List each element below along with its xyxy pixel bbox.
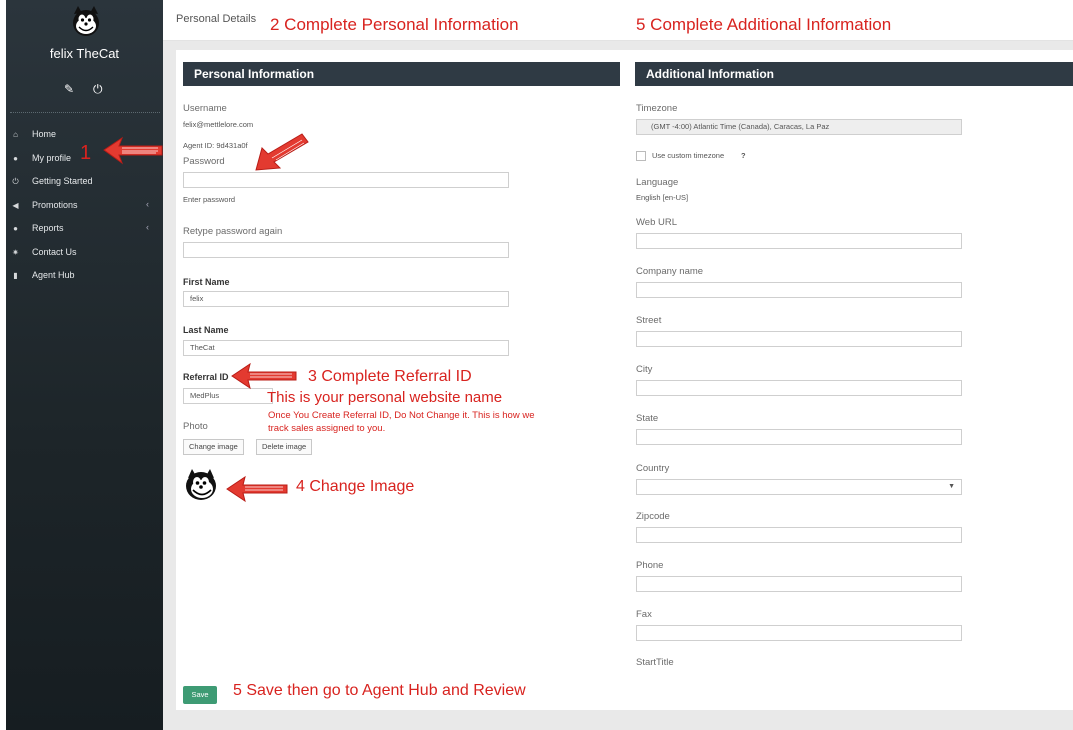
personal-info-header: Personal Information <box>183 62 620 86</box>
book-icon: ▮ <box>13 271 18 280</box>
annotation-3-website: This is your personal website name <box>267 389 503 406</box>
pencil-icon[interactable]: ✎ <box>64 82 74 96</box>
annotation-2: 2 Complete Personal Information <box>270 15 519 34</box>
sidebar: felix TheCat ✎ ⏻ ⌂ Home ● My profile ⏻ G… <box>6 0 163 730</box>
gear-icon: ✷ <box>12 247 19 257</box>
web-url-label: Web URL <box>636 217 678 228</box>
annotation-arrow-photo <box>226 475 288 503</box>
sidebar-item-label: Reports <box>32 223 64 233</box>
city-input[interactable] <box>636 380 962 396</box>
country-select[interactable]: ▼ <box>636 479 962 495</box>
retype-password-input[interactable] <box>183 242 509 258</box>
zipcode-input[interactable] <box>636 527 962 543</box>
annotation-5-save: 5 Save then go to Agent Hub and Review <box>233 682 526 699</box>
fax-label: Fax <box>636 609 652 620</box>
fax-input[interactable] <box>636 625 962 641</box>
sidebar-item-reports[interactable]: ● Reports ‹ <box>6 218 163 242</box>
annotation-1: 1 <box>80 142 92 164</box>
referral-id-label: Referral ID <box>183 372 229 382</box>
street-input[interactable] <box>636 331 962 347</box>
sidebar-item-label: Home <box>32 129 57 139</box>
bullhorn-icon: ◀ <box>12 200 19 210</box>
phone-label: Phone <box>636 560 664 571</box>
sidebar-item-getting-started[interactable]: ⏻ Getting Started <box>6 171 163 195</box>
profile-photo <box>186 469 216 500</box>
power-icon[interactable]: ⏻ <box>93 82 103 97</box>
timezone-label: Timezone <box>636 103 678 114</box>
username-label: Username <box>183 103 227 114</box>
state-label: State <box>636 413 659 424</box>
password-help: Enter password <box>183 195 236 204</box>
first-name-label: First Name <box>183 277 230 287</box>
retype-password-label: Retype password again <box>183 226 283 237</box>
chevron-left-icon: ‹ <box>146 222 149 232</box>
annotation-3-note-2: track sales assigned to you. <box>268 423 386 434</box>
sidebar-item-contact-us[interactable]: ✷ Contact Us <box>6 242 163 266</box>
home-icon: ⌂ <box>13 130 18 139</box>
sidebar-item-agent-hub[interactable]: ▮ Agent Hub <box>6 265 163 289</box>
annotation-arrow-referral <box>231 362 297 390</box>
sidebar-item-label: Contact Us <box>32 246 77 257</box>
user-icon: ● <box>13 153 18 163</box>
photo-label: Photo <box>183 421 208 432</box>
delete-image-button[interactable]: Delete image <box>256 439 313 455</box>
additional-info-header: Additional Information <box>635 62 1073 86</box>
annotation-3-note-1: Once You Create Referral ID, Do Not Chan… <box>268 410 535 421</box>
sidebar-item-label: Promotions <box>32 199 78 210</box>
annotation-4: 4 Change Image <box>296 478 415 495</box>
user-name: felix TheCat <box>49 46 120 61</box>
breadcrumb: Personal Details <box>176 13 257 25</box>
phone-input[interactable] <box>636 576 962 592</box>
sidebar-item-label: Getting Started <box>32 176 93 186</box>
custom-timezone-checkbox[interactable] <box>636 151 646 161</box>
city-label: City <box>636 364 653 375</box>
first-name-input[interactable]: felix <box>183 291 509 307</box>
timezone-select[interactable]: (GMT -4:00) Atlantic Time (Canada), Cara… <box>636 119 962 135</box>
annotation-3: 3 Complete Referral ID <box>308 368 472 385</box>
custom-timezone-label: Use custom timezone <box>652 151 725 160</box>
language-value: English [en-US] <box>636 193 689 202</box>
zipcode-label: Zipcode <box>636 511 670 522</box>
web-url-input[interactable] <box>636 233 962 249</box>
save-button[interactable]: Save <box>183 686 217 704</box>
street-label: Street <box>636 315 662 326</box>
chevron-left-icon: ‹ <box>146 198 149 209</box>
last-name-input[interactable]: TheCat <box>183 340 509 356</box>
start-title-label: StartTitle <box>636 657 674 668</box>
username-value: felix@mettlelore.com <box>183 120 254 129</box>
annotation-arrow-profile <box>103 136 163 165</box>
help-icon[interactable]: ? <box>741 151 746 160</box>
password-label: Password <box>183 156 225 167</box>
last-name-label: Last Name <box>183 325 229 335</box>
sidebar-item-promotions[interactable]: ◀ Promotions ‹ <box>6 195 163 219</box>
annotation-5-additional: 5 Complete Additional Information <box>636 15 892 34</box>
password-input[interactable] <box>183 172 509 188</box>
cat-avatar-icon[interactable] <box>68 4 104 40</box>
language-label: Language <box>636 177 679 188</box>
change-image-button[interactable]: Change image <box>183 439 244 455</box>
company-name-input[interactable] <box>636 282 962 298</box>
sidebar-item-label: Agent Hub <box>32 270 75 280</box>
sidebar-item-label: My profile <box>32 152 72 163</box>
agent-id: Agent ID: 9d431a0f <box>183 141 248 150</box>
country-label: Country <box>636 463 670 474</box>
pie-icon: ● <box>13 224 18 233</box>
company-name-label: Company name <box>636 266 704 277</box>
state-input[interactable] <box>636 429 962 445</box>
annotation-arrow-password <box>255 133 309 171</box>
referral-id-input[interactable]: MedPlus <box>183 388 273 404</box>
chevron-down-icon: ▼ <box>948 483 955 490</box>
power-icon: ⏻ <box>12 177 19 186</box>
divider <box>10 112 160 113</box>
